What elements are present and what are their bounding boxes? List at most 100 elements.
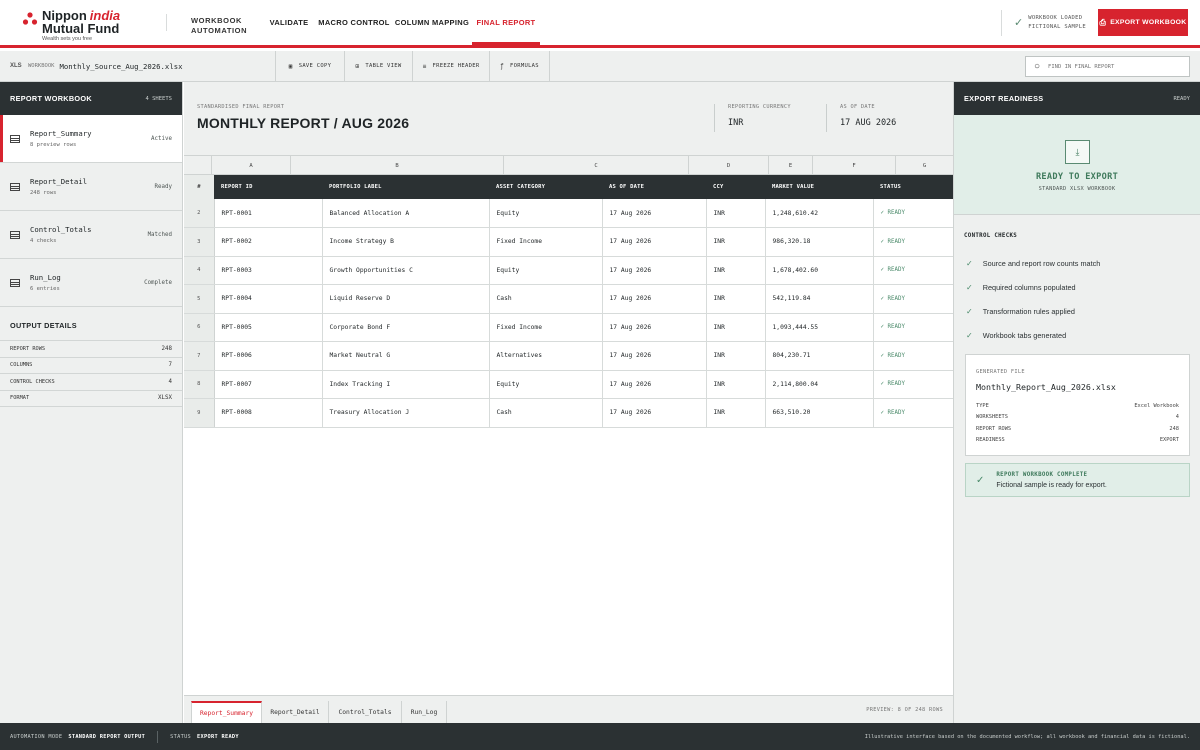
table-cell[interactable]: ✓ READY bbox=[873, 284, 954, 314]
table-row[interactable]: 3 RPT-0002 Income Strategy B Fixed Income 17… bbox=[184, 227, 954, 257]
column-letter[interactable]: A bbox=[211, 156, 290, 175]
table-cell[interactable]: Equity bbox=[489, 370, 603, 399]
table-cell[interactable]: RPT-0008 bbox=[214, 398, 323, 428]
row-number[interactable]: 2 bbox=[184, 199, 215, 228]
sheet-tab-control-totals[interactable]: Control_Totals bbox=[329, 701, 402, 723]
find-input[interactable] bbox=[1048, 63, 1169, 70]
table-cell[interactable]: 17 Aug 2026 bbox=[602, 341, 707, 371]
table-cell[interactable]: RPT-0005 bbox=[214, 313, 323, 342]
sheet-item-control-totals[interactable]: Control_Totals 4 checks Matched bbox=[0, 211, 182, 259]
column-letter[interactable]: G bbox=[895, 156, 953, 175]
table-cell[interactable]: Balanced Allocation A bbox=[322, 199, 490, 228]
sheet-item-report-detail[interactable]: Report_Detail 248 rows Ready bbox=[0, 163, 182, 211]
table-cell[interactable]: Equity bbox=[489, 199, 603, 228]
column-letter[interactable]: E bbox=[768, 156, 812, 175]
sheet-tab-run-log[interactable]: Run_Log bbox=[402, 701, 447, 723]
table-cell[interactable]: 17 Aug 2026 bbox=[602, 227, 707, 257]
sheet-item-run-log[interactable]: Run_Log 6 entries Complete bbox=[0, 259, 182, 307]
column-letter[interactable]: F bbox=[812, 156, 895, 175]
table-cell[interactable]: RPT-0006 bbox=[214, 341, 323, 371]
tab-macro-control[interactable]: MACRO CONTROL bbox=[316, 0, 392, 45]
column-letter[interactable]: C bbox=[503, 156, 688, 175]
table-row[interactable]: 5 RPT-0004 Liquid Reserve D Cash 17 Aug 2026… bbox=[184, 284, 954, 314]
column-header[interactable]: AS OF DATE bbox=[602, 175, 706, 199]
table-view-button[interactable]: ⊞ TABLE VIEW bbox=[345, 50, 413, 82]
table-cell[interactable]: 17 Aug 2026 bbox=[602, 284, 707, 314]
table-cell[interactable]: ✓ READY bbox=[873, 370, 954, 399]
column-header[interactable]: ASSET CATEGORY bbox=[489, 175, 602, 199]
column-header[interactable]: MARKET VALUE bbox=[765, 175, 873, 199]
table-cell[interactable]: INR bbox=[706, 256, 766, 285]
table-row[interactable]: 6 RPT-0005 Corporate Bond F Fixed Income 17 … bbox=[184, 313, 954, 342]
sheet-item-report-summary[interactable]: Report_Summary 8 preview rows Active bbox=[0, 115, 182, 163]
table-cell[interactable]: ✓ READY bbox=[873, 199, 954, 228]
table-row[interactable]: 7 RPT-0006 Market Neutral G Alternatives 17 … bbox=[184, 341, 954, 371]
table-cell[interactable]: INR bbox=[706, 199, 766, 228]
workbook-file[interactable]: XLS WORKBOOK Monthly_Source_Aug_2026.xls… bbox=[0, 50, 276, 82]
row-number[interactable]: 3 bbox=[184, 227, 215, 257]
table-cell[interactable]: Growth Opportunities C bbox=[322, 256, 490, 285]
table-cell[interactable]: INR bbox=[706, 398, 766, 428]
table-cell[interactable]: Fixed Income bbox=[489, 227, 603, 257]
table-cell[interactable]: RPT-0002 bbox=[214, 227, 323, 257]
table-cell[interactable]: Market Neutral G bbox=[322, 341, 490, 371]
column-header[interactable]: CCY bbox=[706, 175, 765, 199]
table-cell[interactable]: Corporate Bond F bbox=[322, 313, 490, 342]
column-header[interactable]: REPORT ID bbox=[214, 175, 322, 199]
table-cell[interactable]: Index Tracking I bbox=[322, 370, 490, 399]
table-cell[interactable]: Cash bbox=[489, 284, 603, 314]
table-cell[interactable]: 17 Aug 2026 bbox=[602, 398, 707, 428]
table-cell[interactable]: RPT-0003 bbox=[214, 256, 323, 285]
tab-final-report[interactable]: FINAL REPORT bbox=[472, 0, 540, 45]
table-cell[interactable]: ✓ READY bbox=[873, 227, 954, 257]
table-cell[interactable]: ✓ READY bbox=[873, 313, 954, 342]
column-letter[interactable]: B bbox=[290, 156, 503, 175]
table-cell[interactable]: 804,230.71 bbox=[765, 341, 874, 371]
table-row[interactable]: 8 RPT-0007 Index Tracking I Equity 17 Aug 20… bbox=[184, 370, 954, 399]
table-cell[interactable]: 986,320.18 bbox=[765, 227, 874, 257]
row-number[interactable]: 9 bbox=[184, 398, 215, 428]
column-letter[interactable]: D bbox=[688, 156, 768, 175]
brand-logo[interactable]: Nippon india Mutual Fund Wealth sets you … bbox=[0, 0, 166, 45]
formulas-button[interactable]: ƒ FORMULAS bbox=[490, 50, 550, 82]
table-cell[interactable]: Cash bbox=[489, 398, 603, 428]
table-cell[interactable]: Treasury Allocation J bbox=[322, 398, 490, 428]
table-cell[interactable]: 17 Aug 2026 bbox=[602, 370, 707, 399]
row-number[interactable]: 5 bbox=[184, 284, 215, 314]
table-cell[interactable]: INR bbox=[706, 370, 766, 399]
table-cell[interactable]: 1,248,610.42 bbox=[765, 199, 874, 228]
freeze-header-button[interactable]: ≡ FREEZE HEADER bbox=[413, 50, 490, 82]
table-cell[interactable]: Income Strategy B bbox=[322, 227, 490, 257]
save-copy-button[interactable]: ▣ SAVE COPY bbox=[276, 50, 345, 82]
table-cell[interactable]: ✓ READY bbox=[873, 256, 954, 285]
table-row[interactable]: 2 RPT-0001 Balanced Allocation A Equity 17 A… bbox=[184, 199, 954, 228]
table-cell[interactable]: INR bbox=[706, 284, 766, 314]
column-header[interactable]: STATUS bbox=[873, 175, 953, 199]
table-cell[interactable]: INR bbox=[706, 341, 766, 371]
row-number[interactable]: 6 bbox=[184, 313, 215, 342]
sheet-tab-report-summary[interactable]: Report_Summary bbox=[191, 701, 262, 723]
row-number[interactable]: 4 bbox=[184, 256, 215, 285]
table-cell[interactable]: Equity bbox=[489, 256, 603, 285]
tab-column-mapping[interactable]: COLUMN MAPPING bbox=[392, 0, 472, 45]
table-cell[interactable]: 2,114,800.04 bbox=[765, 370, 874, 399]
table-cell[interactable]: 17 Aug 2026 bbox=[602, 199, 707, 228]
tab-validate[interactable]: VALIDATE bbox=[262, 0, 316, 45]
row-number[interactable]: 8 bbox=[184, 370, 215, 399]
row-number[interactable]: 7 bbox=[184, 341, 215, 371]
table-cell[interactable]: 1,678,402.60 bbox=[765, 256, 874, 285]
export-workbook-button[interactable]: ⎙ EXPORT WORKBOOK bbox=[1098, 9, 1188, 36]
table-cell[interactable]: ✓ READY bbox=[873, 341, 954, 371]
table-cell[interactable]: 17 Aug 2026 bbox=[602, 313, 707, 342]
table-cell[interactable]: INR bbox=[706, 313, 766, 342]
table-cell[interactable]: ✓ READY bbox=[873, 398, 954, 428]
table-cell[interactable]: RPT-0007 bbox=[214, 370, 323, 399]
table-row[interactable]: 9 RPT-0008 Treasury Allocation J Cash 17 Aug… bbox=[184, 398, 954, 428]
table-cell[interactable]: Alternatives bbox=[489, 341, 603, 371]
sheet-tab-report-detail[interactable]: Report_Detail bbox=[262, 701, 329, 723]
table-cell[interactable]: 1,093,444.55 bbox=[765, 313, 874, 342]
table-cell[interactable]: RPT-0004 bbox=[214, 284, 323, 314]
find-box[interactable]: ○ bbox=[1025, 56, 1190, 77]
table-cell[interactable]: Liquid Reserve D bbox=[322, 284, 490, 314]
table-cell[interactable]: 663,510.20 bbox=[765, 398, 874, 428]
